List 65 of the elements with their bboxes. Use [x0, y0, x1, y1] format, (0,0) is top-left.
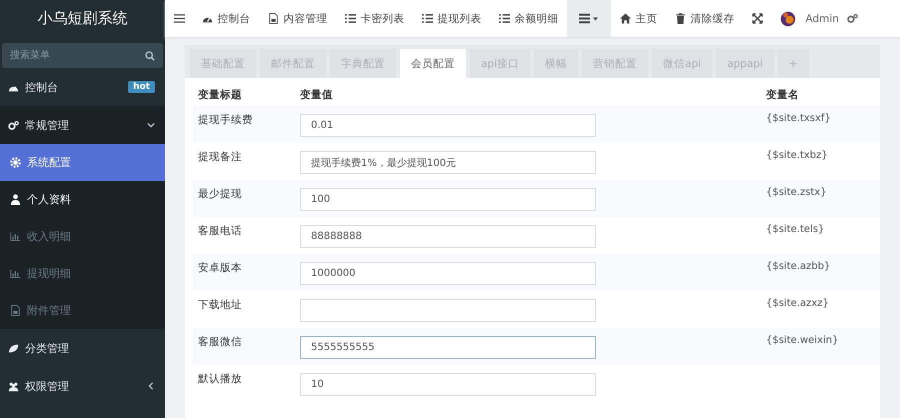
file-icon	[10, 305, 21, 316]
menu-icon	[174, 13, 184, 24]
leaf-icon	[8, 342, 19, 354]
bar-chart-icon	[10, 231, 21, 242]
variable-title: 客服电话	[198, 224, 243, 238]
sidebar-item[interactable]: 分类管理	[0, 329, 165, 367]
users-icon	[8, 380, 19, 392]
value-field[interactable]: 100	[300, 188, 596, 211]
sidebar-item[interactable]: 权限管理	[0, 367, 165, 405]
column-header: 变量值	[300, 88, 334, 102]
more-menu-button[interactable]	[567, 0, 611, 37]
value-field[interactable]: 10	[300, 373, 596, 396]
sidebar-subitem[interactable]: 个人资料	[0, 181, 165, 218]
user-icon	[10, 194, 21, 205]
gears-icon[interactable]	[847, 13, 858, 24]
trash-icon	[674, 13, 686, 24]
variable-title: 下载地址	[198, 298, 243, 312]
value-field[interactable]: 0.01	[300, 114, 596, 137]
variable-name: {$site.txsxf}	[766, 113, 831, 124]
gears-icon	[8, 120, 19, 130]
variable-title: 最少提现	[198, 187, 243, 201]
sidebar-item[interactable]: 控制台 hot	[0, 68, 165, 106]
search-icon	[145, 50, 155, 60]
value-field[interactable]	[300, 299, 596, 322]
variable-name: {$site.zstx}	[766, 187, 827, 198]
list-icon	[344, 13, 356, 24]
variable-title: 提现备注	[198, 150, 243, 164]
nav-link[interactable]: 余额明细	[490, 0, 567, 37]
nav-link[interactable]: 提现列表	[413, 0, 490, 37]
variable-name: {$site.tels}	[766, 224, 824, 235]
search-field[interactable]: 搜索菜单	[2, 43, 163, 68]
variable-name: {$site.azbb}	[766, 261, 830, 272]
hot-badge: hot	[128, 81, 155, 93]
gear-icon	[10, 157, 21, 168]
variable-title: 客服微信	[198, 335, 243, 349]
sidebar-item[interactable]: 常规管理	[0, 106, 165, 144]
top-link[interactable]: 清除缓存	[666, 0, 743, 37]
list-caret-icon	[579, 13, 599, 24]
expand-icon	[752, 13, 762, 24]
variable-name: {$site.txbz}	[766, 150, 828, 161]
app-logo: 小乌短剧系统	[36, 8, 128, 29]
nav-link[interactable]: 内容管理	[259, 0, 336, 37]
column-header: 变量标题	[198, 88, 243, 102]
value-field[interactable]: 5555555555	[300, 336, 596, 359]
sidebar-subitem[interactable]: 系统配置	[0, 144, 165, 181]
variable-title: 提现手续费	[198, 113, 254, 127]
home-icon	[620, 13, 630, 24]
value-field[interactable]: 提现手续费1%，最少提现100元	[300, 151, 596, 174]
bar-chart-icon	[10, 268, 21, 279]
variable-name: {$site.weixin}	[766, 335, 838, 346]
value-field[interactable]: 1000000	[300, 262, 596, 285]
column-header: 变量名	[766, 88, 799, 102]
file-icon	[268, 13, 278, 24]
nav-link[interactable]: 卡密列表	[336, 0, 413, 37]
user-menu[interactable]: Admin	[771, 0, 848, 37]
value-field[interactable]: 88888888	[300, 225, 596, 248]
avatar-icon	[780, 10, 796, 26]
variable-name: {$site.azxz}	[766, 298, 829, 309]
top-link[interactable]: 主页	[611, 0, 666, 37]
config-tab[interactable]: 会员配置	[400, 49, 466, 78]
list-icon	[498, 13, 510, 24]
variable-title: 默认播放	[198, 372, 243, 386]
nav-link[interactable]: 控制台	[193, 0, 259, 37]
list-icon	[422, 13, 432, 24]
variable-title: 安卓版本	[198, 261, 243, 275]
